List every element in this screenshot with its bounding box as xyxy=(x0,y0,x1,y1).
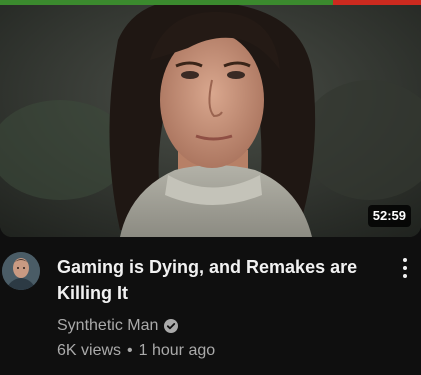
view-count: 6K views xyxy=(57,342,122,359)
avatar-icon xyxy=(2,252,40,290)
duration-badge: 52:59 xyxy=(367,205,411,227)
more-actions-button[interactable] xyxy=(397,256,413,280)
more-vertical-icon-dot xyxy=(403,274,407,278)
thumbnail-image xyxy=(0,0,421,237)
verified-badge-icon xyxy=(164,319,179,333)
metadata-separator: • xyxy=(127,342,133,359)
video-thumbnail[interactable]: 52:59 xyxy=(0,0,421,237)
channel-row: Synthetic Man xyxy=(57,315,179,337)
watch-progress-bar xyxy=(0,0,421,5)
video-card[interactable]: 52:59 Gaming is Dying, and Remakes are K… xyxy=(0,0,421,375)
watch-progress-fill xyxy=(0,0,333,5)
channel-name[interactable]: Synthetic Man xyxy=(57,315,158,337)
channel-avatar[interactable] xyxy=(2,252,40,290)
video-metadata: 6K views • 1 hour ago xyxy=(57,340,215,362)
more-vertical-icon-dot xyxy=(403,258,407,262)
upload-age: 1 hour ago xyxy=(138,342,216,359)
video-title[interactable]: Gaming is Dying, and Remakes are Killing… xyxy=(57,254,387,306)
more-vertical-icon-dot xyxy=(403,266,407,270)
watch-progress-remaining xyxy=(332,0,421,5)
